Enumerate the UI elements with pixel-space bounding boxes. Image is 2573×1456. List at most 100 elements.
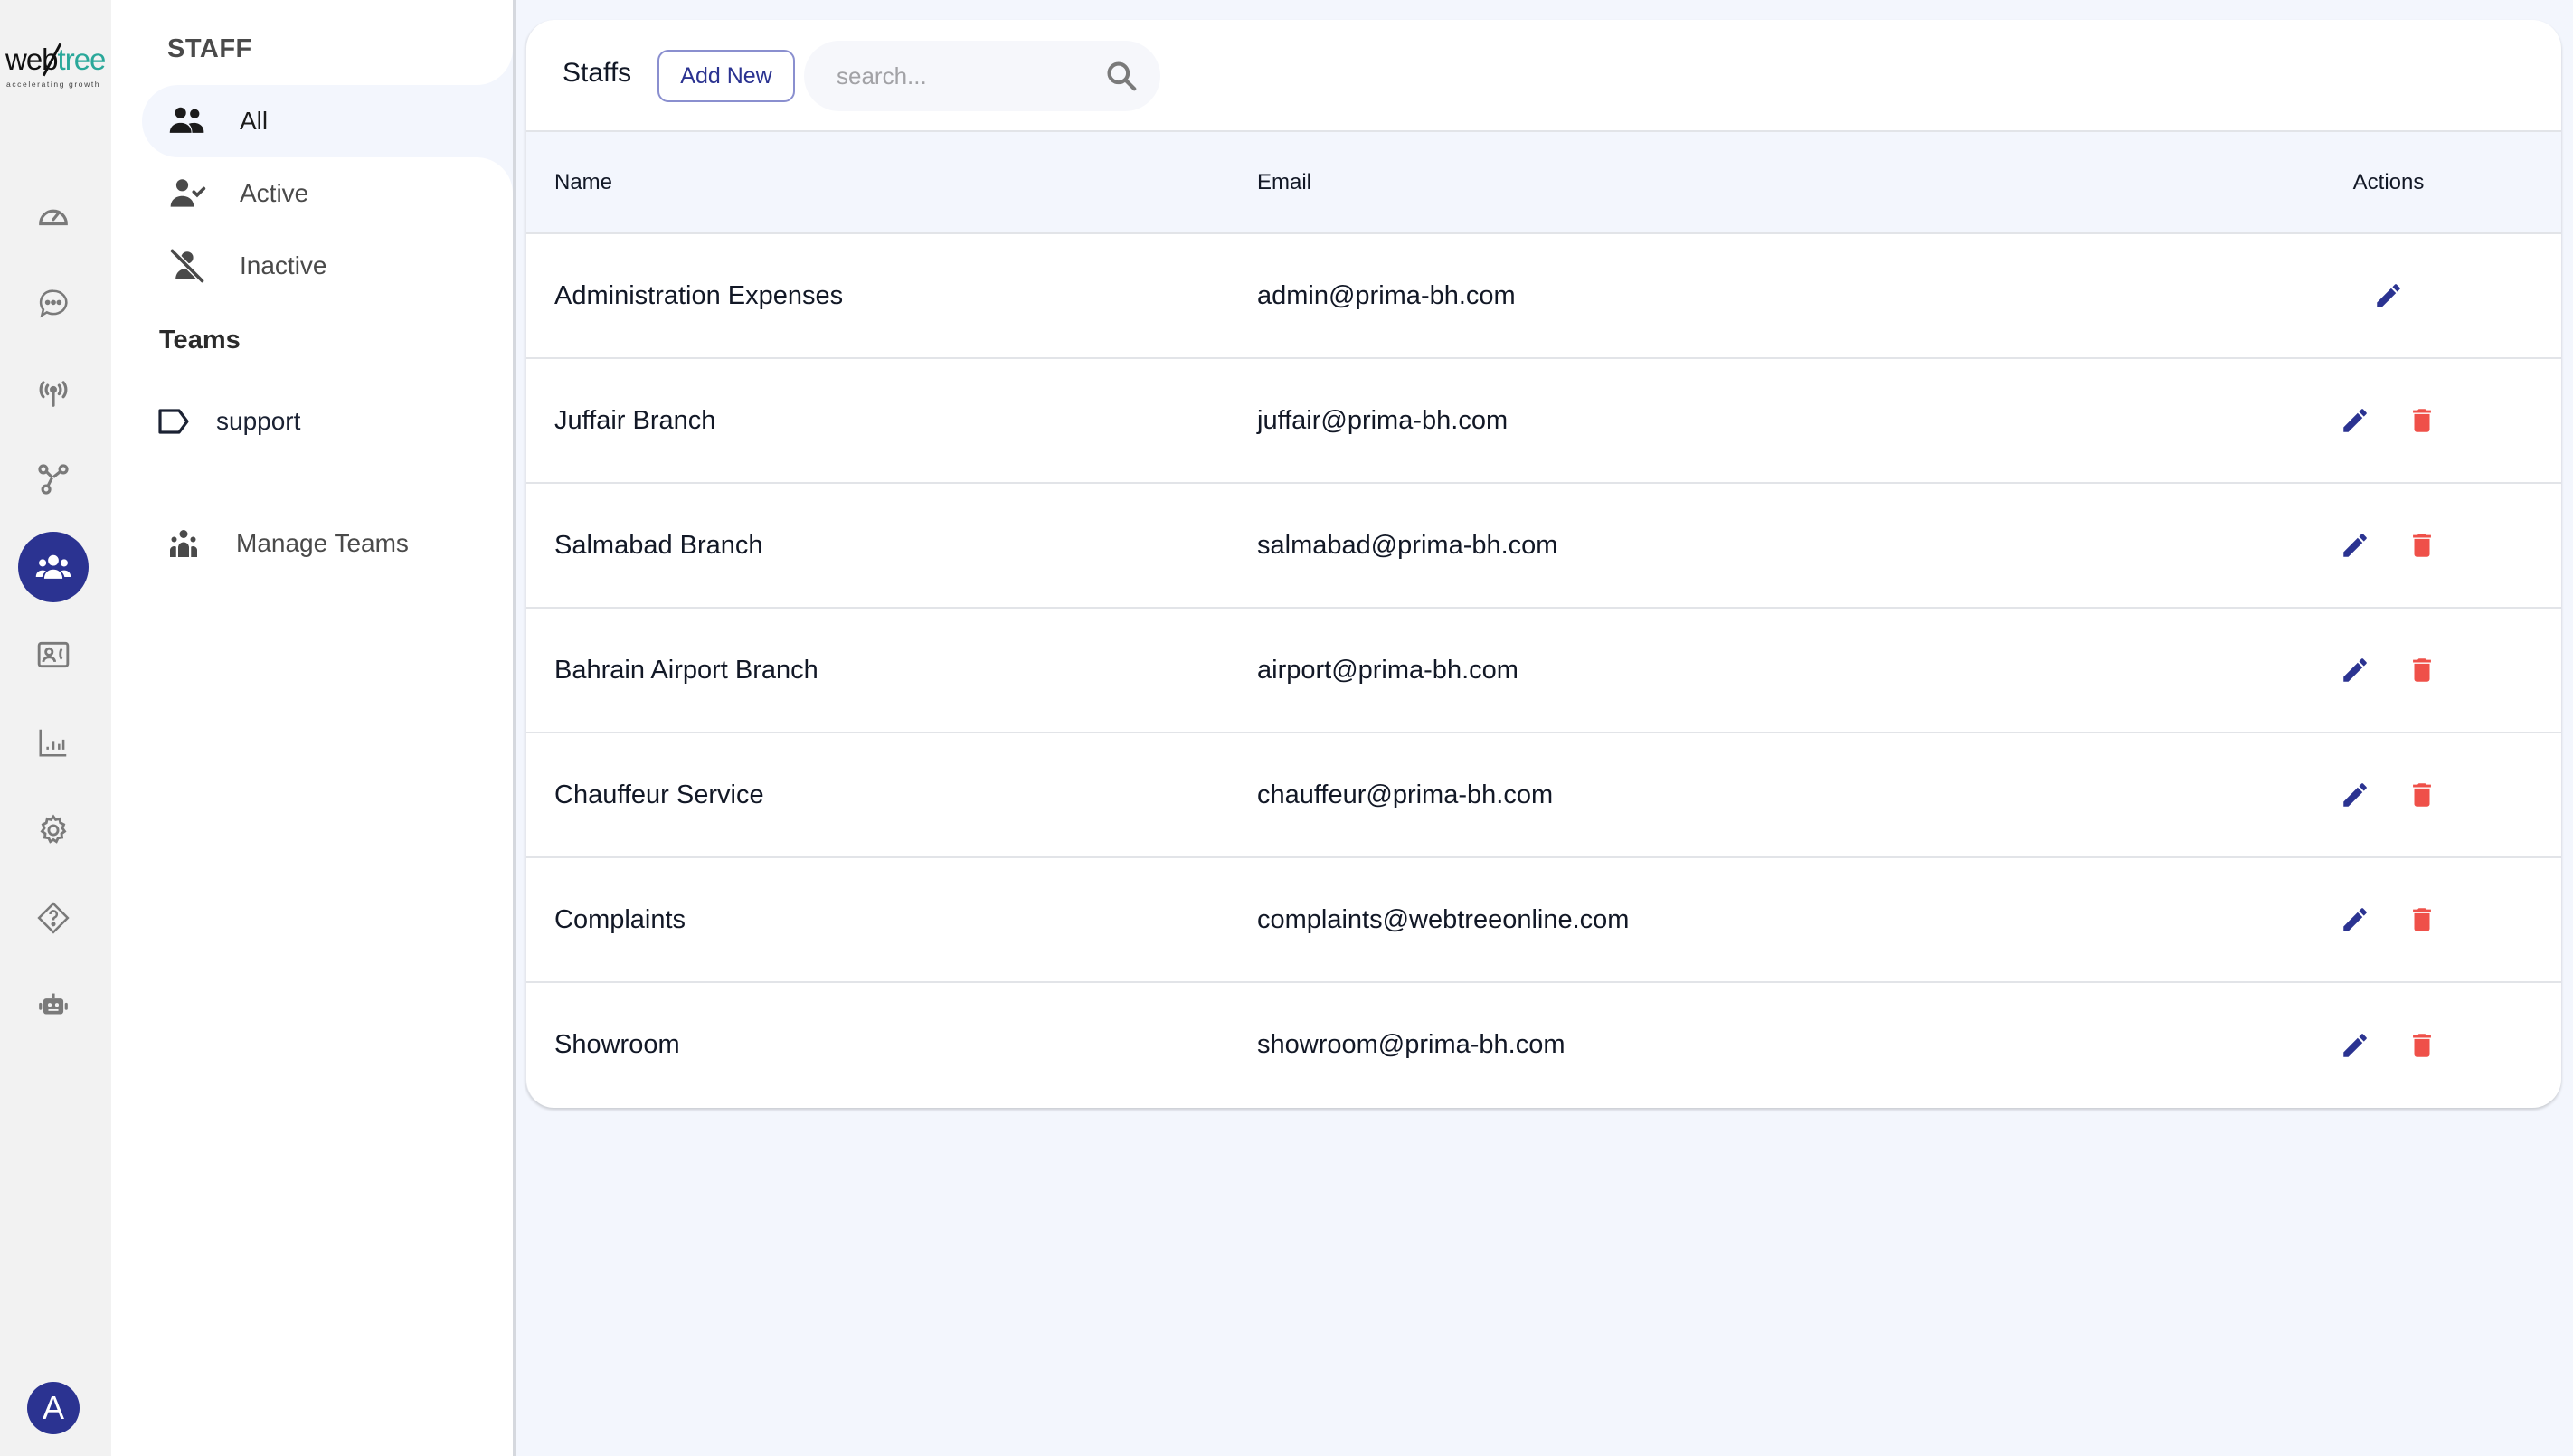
sidebar-item-label: All (240, 107, 269, 135)
trash-icon (2413, 783, 2431, 807)
sidebar-item-active[interactable]: Active (142, 157, 513, 230)
robot-icon (39, 993, 68, 1015)
staff-name: Chauffeur Service (526, 733, 1257, 858)
row-actions (2216, 483, 2561, 609)
column-header-email[interactable]: Email (1257, 132, 2216, 234)
webtree-logo[interactable]: webtree accelerating growth (5, 43, 107, 94)
logo-word-tree: tree (57, 43, 107, 76)
staff-name: Juffair Branch (526, 358, 1257, 484)
table-row[interactable]: Complaints complaints@webtreeonline.com (526, 857, 2561, 983)
sidebar-item-inactive[interactable]: Inactive (142, 230, 513, 302)
staff-table: Name Email Actions Administration Expens… (526, 132, 2561, 1107)
logo-tagline: accelerating growth (6, 80, 101, 89)
staff-email: salmabad@prima-bh.com (1257, 483, 2216, 609)
tag-icon (158, 408, 189, 435)
table-row[interactable]: Chauffeur Service chauffeur@prima-bh.com (526, 733, 2561, 858)
delete-button[interactable] (2407, 655, 2437, 685)
edit-button[interactable] (2340, 405, 2370, 436)
delete-button[interactable] (2407, 1030, 2437, 1061)
trash-icon (2413, 534, 2431, 557)
rail-settings[interactable] (28, 805, 79, 856)
edit-button[interactable] (2373, 280, 2404, 311)
nodes-icon (38, 464, 69, 495)
rail-reports[interactable] (28, 717, 79, 768)
staff-card: Staffs Add New Name Email Actions Admini… (525, 20, 2561, 1108)
staff-email: showroom@prima-bh.com (1257, 1030, 1566, 1059)
staff-name: Administration Expenses (526, 233, 1257, 359)
delete-button[interactable] (2407, 780, 2437, 810)
bar-chart-icon (39, 729, 67, 757)
rail-dashboard[interactable] (28, 190, 79, 241)
edit-button[interactable] (2340, 1030, 2370, 1061)
team-item-support[interactable]: support (158, 398, 300, 445)
delete-button[interactable] (2407, 904, 2437, 935)
contact-card-icon (37, 641, 70, 668)
sidebar-item-label: Active (240, 179, 309, 207)
rail-broadcast[interactable] (28, 367, 79, 418)
search-input[interactable] (837, 57, 1081, 95)
row-actions (2216, 358, 2561, 484)
sidebar-item-label: Inactive (240, 251, 327, 279)
delete-button[interactable] (2407, 530, 2437, 561)
add-new-button[interactable]: Add New (657, 50, 795, 102)
staff-email: juffair@prima-bh.com (1257, 358, 2216, 484)
rail-chat[interactable] (28, 279, 79, 329)
users-icon (35, 554, 71, 579)
edit-button[interactable] (2340, 780, 2370, 810)
manage-teams-link[interactable]: Manage Teams (167, 520, 409, 567)
card-header: Staffs Add New (526, 20, 2561, 132)
chat-bubble-icon (39, 289, 68, 318)
rail-bot[interactable] (28, 980, 79, 1031)
table-row[interactable]: Salmabad Branch salmabad@prima-bh.com (526, 483, 2561, 609)
help-diamond-icon (37, 902, 70, 934)
rail-help[interactable] (28, 893, 79, 943)
manage-teams-label: Manage Teams (236, 529, 409, 557)
staff-sidebar: STAFF All Active Inactive Teams support … (111, 0, 516, 1456)
trash-icon (2413, 409, 2431, 432)
search-icon[interactable] (1104, 59, 1139, 93)
table-row[interactable]: Showroom showroom@prima-bh.com (526, 982, 2561, 1107)
antenna-icon (39, 381, 68, 407)
page-title: Staffs (563, 58, 632, 88)
speedometer-icon (39, 209, 68, 226)
table-row[interactable]: Bahrain Airport Branch airport@prima-bh.c… (526, 608, 2561, 733)
rail-staff[interactable] (18, 532, 89, 602)
team-group-icon (167, 527, 200, 560)
row-actions (2216, 982, 2561, 1107)
rail-flows[interactable] (28, 454, 79, 505)
column-header-actions: Actions (2216, 132, 2561, 234)
edit-button[interactable] (2340, 904, 2370, 935)
trash-icon (2413, 1033, 2431, 1057)
edit-button[interactable] (2340, 655, 2370, 685)
pencil-icon (2343, 409, 2367, 432)
staff-name: Salmabad Branch (526, 483, 1257, 609)
table-body: Administration Expenses admin@prima-bh.co… (526, 233, 2561, 1107)
delete-button[interactable] (2407, 405, 2437, 436)
users-icon (167, 101, 207, 141)
pencil-icon (2377, 284, 2400, 307)
staff-name: Complaints (526, 857, 1257, 983)
pencil-icon (2343, 908, 2367, 931)
rail-contacts[interactable] (28, 629, 79, 680)
column-header-name[interactable]: Name (526, 132, 1257, 234)
row-actions (2216, 733, 2561, 858)
table-row[interactable]: Administration Expenses admin@prima-bh.co… (526, 233, 2561, 359)
team-label: support (216, 407, 301, 435)
user-avatar[interactable]: A (27, 1382, 80, 1434)
row-actions (2216, 608, 2561, 733)
staff-email: complaints@webtreeonline.com (1257, 857, 2216, 983)
row-actions (2216, 857, 2561, 983)
trash-icon (2413, 908, 2431, 931)
pencil-icon (2343, 1033, 2367, 1057)
edit-button[interactable] (2340, 530, 2370, 561)
gear-icon (40, 814, 67, 844)
pencil-icon (2343, 658, 2367, 682)
teams-heading: Teams (159, 326, 241, 355)
staff-email: admin@prima-bh.com (1257, 233, 2216, 359)
search-box (804, 41, 1160, 111)
pencil-icon (2343, 783, 2367, 807)
sidebar-item-all[interactable]: All (142, 49, 513, 194)
staff-name: Showroom (554, 1030, 680, 1059)
pencil-icon (2343, 534, 2367, 557)
table-row[interactable]: Juffair Branch juffair@prima-bh.com (526, 358, 2561, 484)
